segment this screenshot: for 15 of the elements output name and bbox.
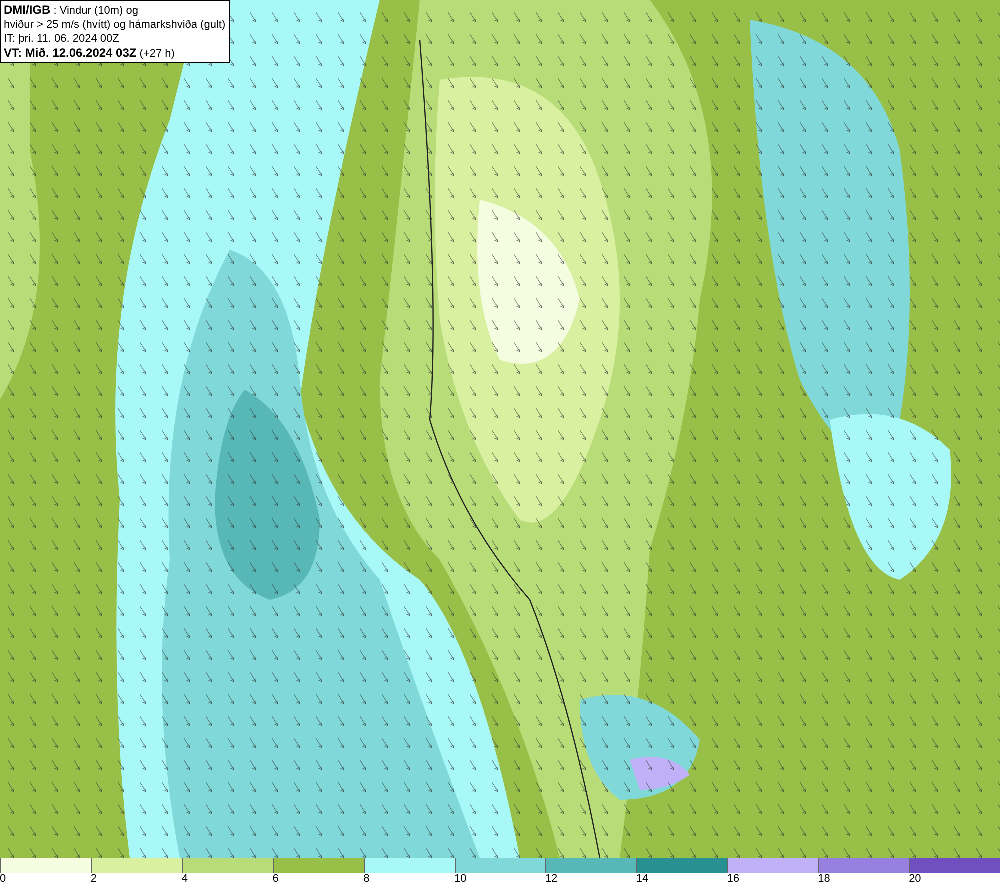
legend-label: 12 <box>545 873 558 886</box>
legend-label: 10 <box>454 873 467 886</box>
title-line: IT: þri. 11. 06. 2024 00Z <box>4 32 120 46</box>
legend-label: 18 <box>818 873 830 886</box>
title-line: hviður > 25 m/s (hvítt) og hámarkshviða (gult) <box>4 18 226 32</box>
legend-label: 2 <box>90 873 98 886</box>
legend-label: 4 <box>182 873 188 886</box>
legend-label: 8 <box>364 873 370 886</box>
legend-label: 14 <box>636 873 649 886</box>
title-line: VT: Mið. 12.06.2024 03Z (+27 h) <box>4 46 176 61</box>
title-line: DMI/IGB : Vindur (10m) og <box>4 3 140 18</box>
legend-label: 16 <box>727 873 740 886</box>
legend-label: 6 <box>272 873 279 886</box>
legend-label: 0 <box>0 873 6 886</box>
legend-label: 20 <box>909 873 922 886</box>
